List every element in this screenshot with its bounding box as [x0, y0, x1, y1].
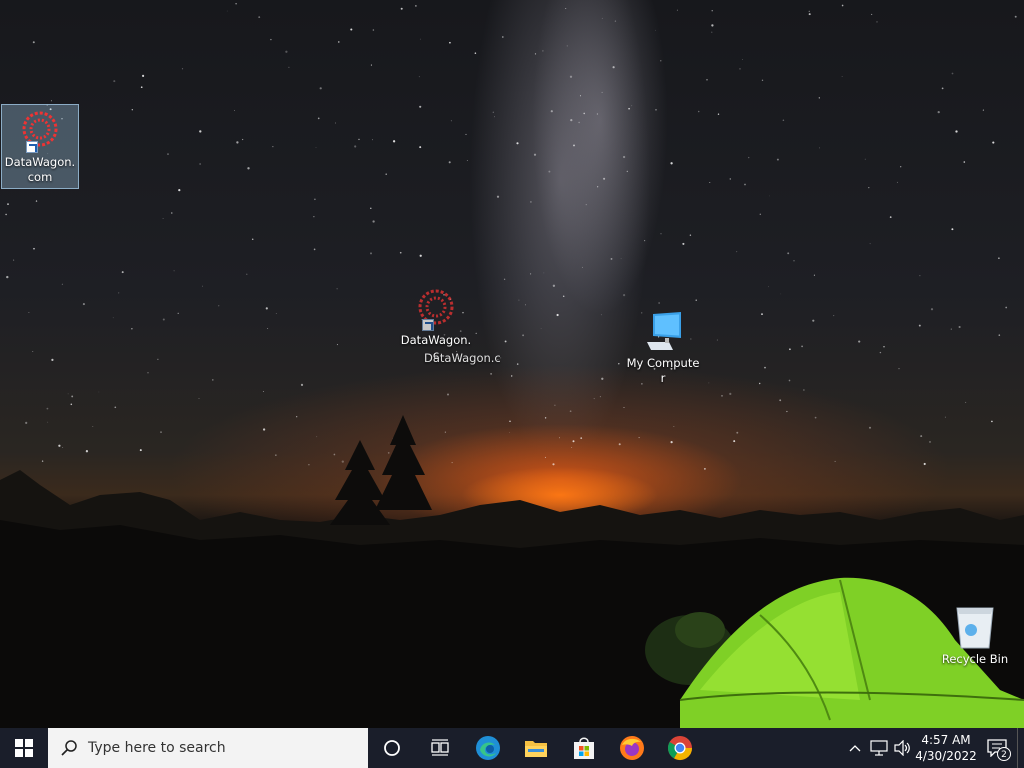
edge-button[interactable] [464, 728, 512, 768]
drag-ghost-label: DataWagon.c [424, 351, 501, 365]
volume-button[interactable] [891, 728, 915, 768]
network-icon [870, 740, 888, 756]
chevron-up-icon [849, 745, 861, 752]
datawagon-shortcut-label: DataWagon.com [4, 155, 76, 184]
windows-logo-icon [15, 739, 33, 757]
firefox-icon [620, 736, 644, 760]
clock-time: 4:57 AM [921, 733, 971, 747]
shortcut-arrow-icon [422, 319, 434, 331]
firefox-button[interactable] [608, 728, 656, 768]
speaker-icon [894, 740, 910, 756]
show-desktop-button[interactable] [1017, 728, 1024, 768]
my-computer-icon[interactable]: My Computer [625, 306, 701, 386]
my-computer-label: My Computer [626, 356, 700, 385]
datawagon-logo-icon [412, 285, 460, 333]
trash-icon [951, 604, 999, 652]
clock-date: 4/30/2022 [915, 749, 977, 763]
cortana-button[interactable] [368, 728, 416, 768]
recycle-bin-icon[interactable]: Recycle Bin [937, 602, 1013, 667]
search-placeholder: Type here to search [88, 740, 226, 756]
recycle-bin-label: Recycle Bin [941, 652, 1009, 666]
desktop[interactable]: DataWagon.com DataWagon.c DataWagon.c My… [0, 0, 1024, 728]
monitor-icon [639, 308, 687, 356]
store-icon [574, 737, 594, 759]
show-hidden-icons-button[interactable] [843, 728, 867, 768]
datawagon-shortcut-selected[interactable]: DataWagon.com [1, 104, 79, 189]
landscape-wallpaper [0, 415, 1024, 728]
file-explorer-icon [525, 741, 547, 757]
search-input[interactable]: Type here to search [48, 728, 368, 768]
datawagon-logo-icon [16, 107, 64, 155]
action-center-button[interactable]: 2 [977, 728, 1017, 768]
notification-count-badge: 2 [997, 747, 1011, 761]
file-explorer-button[interactable] [512, 728, 560, 768]
cortana-icon [384, 740, 400, 756]
system-tray: 4:57 AM 4/30/2022 2 [843, 728, 1024, 768]
search-icon [61, 740, 77, 756]
start-button[interactable] [0, 728, 48, 768]
edge-icon [476, 736, 500, 760]
clock[interactable]: 4:57 AM 4/30/2022 [915, 732, 977, 764]
shortcut-arrow-icon [26, 141, 38, 153]
task-view-icon [431, 739, 449, 756]
store-button[interactable] [560, 728, 608, 768]
chrome-icon [667, 736, 692, 761]
task-view-button[interactable] [416, 728, 464, 768]
network-button[interactable] [867, 728, 891, 768]
chrome-button[interactable] [656, 728, 704, 768]
taskbar: Type here to search 4:57 AM 4/30/2022 2 [0, 728, 1024, 768]
